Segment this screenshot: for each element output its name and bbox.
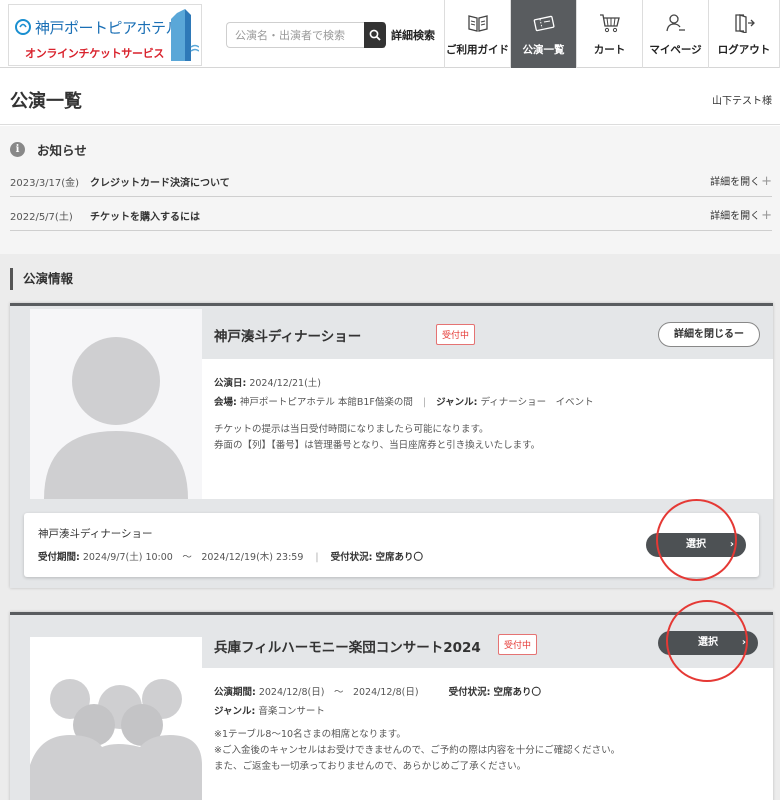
nav-label: カート [593, 44, 626, 56]
event-details: 公演日: 2024/12/21(土) 会場: 神戸ポートピアホテル 本館B1F偕… [202, 359, 773, 499]
status-value: 空席あり〇 [493, 687, 541, 698]
logo-subtitle: オンラインチケットサービス [25, 47, 165, 60]
status-label: 受付状況: [330, 552, 373, 563]
event-thumbnail [30, 637, 202, 800]
event-note-1: ※1テーブル8～10名さまの相席となります。 [214, 729, 406, 740]
event-venue-genre: 会場: 神戸ポートピアホテル 本館B1F偕楽の間 | ジャンル: ディナーショー イ… [214, 394, 594, 408]
user-name: 山下テスト様 [712, 96, 772, 107]
event-thumbnail [30, 309, 202, 499]
nav-performances[interactable]: 公演一覧 [510, 0, 576, 68]
notice-date: 2022/5/7(土) [10, 212, 73, 223]
event-description-2: 券面の【列】【番号】は管理番号となり、当日座席券と引き換えいたします。 [214, 440, 541, 451]
venue-value: 神戸ポートピアホテル 本館B1F偕楽の間 [239, 397, 413, 408]
nav-logout[interactable]: ログアウト [708, 0, 780, 68]
site-logo[interactable]: 神戸ポートピアホテル オンラインチケットサービス [8, 4, 202, 66]
annotation-circle [666, 600, 748, 682]
ticket-option-card: 神戸湊斗ディナーショー 受付期間: 2024/9/7(土) 10:00 ～ 20… [24, 513, 759, 577]
event-card: 兵庫フィルハーモニー楽団コンサート2024 受付中 選択 › 公演期間: 2024… [10, 612, 773, 800]
title-bar: 公演一覧 山下テスト様 [0, 68, 780, 125]
notices-title: お知らせ [37, 143, 87, 158]
page-title: 公演一覧 [10, 91, 82, 112]
annotation-circle [656, 499, 737, 581]
notice-open-label: 詳細を開く [710, 211, 761, 222]
person-placeholder-icon [44, 337, 188, 499]
plus-icon: + [761, 208, 772, 223]
notice-row[interactable]: 2022/5/7(土) チケットを購入するには 詳細を開く+ [10, 197, 772, 231]
nav-guide[interactable]: ご利用ガイド [444, 0, 510, 68]
notices-header: i お知らせ [10, 140, 87, 159]
event-genre: ジャンル: 音楽コンサート [214, 703, 325, 717]
event-note-3: また、ご返金も一切承っておりませんので、あらかじめご了承ください。 [214, 761, 527, 772]
venue-label: 会場: [214, 397, 237, 408]
section-title: 公演情報 [10, 268, 73, 290]
nav-label: マイページ [649, 44, 702, 56]
search-icon [369, 29, 381, 41]
ticket-icon [533, 15, 555, 32]
notice-row[interactable]: 2023/3/17(金) クレジットカード決済について 詳細を開く+ [10, 163, 772, 197]
status-label: 受付状況: [448, 687, 491, 698]
status-badge: 受付中 [498, 634, 538, 655]
event-date: 公演日: 2024/12/21(土) [214, 375, 321, 389]
event-description-1: チケットの提示は当日受付時間になりましたら可能になります。 [214, 424, 489, 435]
genre-label: ジャンル: [436, 397, 478, 408]
separator: | [315, 552, 319, 563]
genre-value: ディナーショー イベント [480, 397, 594, 408]
advanced-search-link[interactable]: 詳細検索 [391, 27, 435, 43]
notice-open-button[interactable]: 詳細を開く+ [710, 207, 772, 223]
event-title[interactable]: 兵庫フィルハーモニー楽団コンサート2024 [214, 636, 481, 656]
notice-title-text[interactable]: チケットを購入するには [90, 208, 200, 223]
genre-value: 音楽コンサート [258, 706, 325, 717]
search-button[interactable] [364, 22, 386, 48]
logout-icon [735, 14, 755, 33]
notice-open-button[interactable]: 詳細を開く+ [710, 173, 772, 189]
plus-icon: + [761, 174, 772, 189]
search-input[interactable] [226, 22, 385, 48]
notice-date: 2023/3/17(金) [10, 178, 80, 189]
notices-section: i お知らせ 2023/3/17(金) クレジットカード決済について 詳細を開く… [0, 126, 780, 254]
period-label: 公演期間: [214, 687, 256, 698]
logo-mark-icon [15, 19, 31, 35]
status-value: 空席あり〇 [375, 552, 423, 563]
nav-mypage[interactable]: マイページ [642, 0, 708, 68]
notice-open-label: 詳細を開く [710, 177, 761, 188]
event-note-2: ※ご入金後のキャンセルはお受けできませんので、ご予約の際は内容を十分にご確認くだ… [214, 745, 621, 756]
genre-label: ジャンル: [214, 706, 256, 717]
nav-label: ご利用ガイド [446, 44, 509, 56]
book-icon [467, 15, 488, 32]
main-nav: ご利用ガイド 公演一覧 カート マイページ ログアウト [444, 0, 780, 68]
nav-label: ログアウト [717, 44, 771, 56]
group-placeholder-icon [30, 679, 202, 800]
date-value: 2024/12/21(土) [249, 378, 322, 389]
nav-cart[interactable]: カート [576, 0, 642, 68]
event-details: 公演期間: 2024/12/8(日) ～ 2024/12/8(日) 受付状況: 空… [202, 668, 773, 800]
date-label: 公演日: [214, 378, 247, 389]
ticket-option-name: 神戸湊斗ディナーショー [38, 528, 153, 540]
separator: | [422, 397, 427, 408]
cart-icon [599, 14, 620, 33]
period-value: 2024/9/7(土) 10:00 ～ 2024/12/19(木) 23:59 [82, 552, 304, 563]
hotel-building-icon [171, 9, 199, 61]
period-label: 受付期間: [38, 552, 80, 563]
period-value: 2024/12/8(日) ～ 2024/12/8(日) [258, 687, 419, 698]
nav-label: 公演一覧 [522, 44, 565, 56]
event-period-status: 公演期間: 2024/12/8(日) ～ 2024/12/8(日) 受付状況: 空… [214, 684, 541, 698]
notice-title-text[interactable]: クレジットカード決済について [90, 174, 230, 189]
ticket-option-meta: 受付期間: 2024/9/7(土) 10:00 ～ 2024/12/19(木) … [38, 549, 423, 563]
event-title[interactable]: 神戸湊斗ディナーショー [214, 325, 361, 345]
logo-title: 神戸ポートピアホテル [35, 19, 181, 37]
close-details-button[interactable]: 詳細を閉じるー [658, 322, 760, 347]
user-icon [665, 14, 685, 32]
status-badge: 受付中 [436, 324, 476, 345]
info-icon: i [10, 142, 25, 157]
site-header: 神戸ポートピアホテル オンラインチケットサービス 詳細検索 ご利用ガイド [0, 0, 780, 68]
